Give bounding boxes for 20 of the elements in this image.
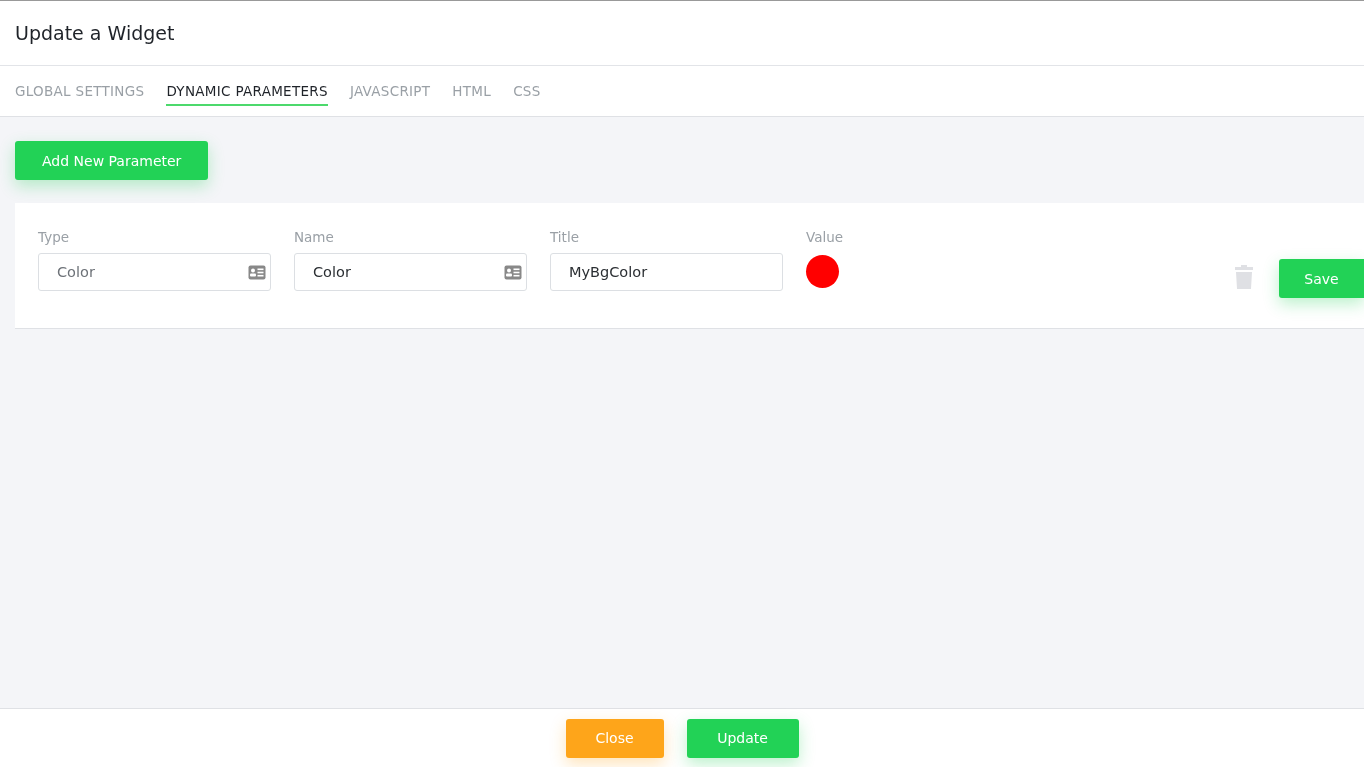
input-field[interactable]: MyBgColor <box>550 253 783 291</box>
select-field[interactable]: Color <box>38 253 271 291</box>
field-label: Value <box>806 229 844 245</box>
field-label: Title <box>550 229 580 245</box>
color-swatch[interactable] <box>806 255 839 288</box>
update-button[interactable]: Update <box>686 718 799 758</box>
add-parameter-button[interactable]: Add New Parameter <box>15 141 209 180</box>
tab[interactable]: CSS <box>513 76 541 106</box>
tab[interactable]: DYNAMIC PARAMETERS <box>166 76 328 106</box>
tab[interactable]: JAVASCRIPT <box>349 76 431 106</box>
contact-card-icon <box>248 264 266 280</box>
field-label: Name <box>294 229 335 245</box>
save-button[interactable]: Save <box>1279 259 1364 298</box>
contact-card-icon <box>504 264 522 280</box>
tab[interactable]: HTML <box>452 76 492 106</box>
field-label: Type <box>38 229 70 245</box>
dialog-title: Update a Widget <box>15 22 175 44</box>
tab[interactable]: GLOBAL SETTINGS <box>15 76 145 106</box>
select-field[interactable]: Color <box>294 253 527 291</box>
close-button[interactable]: Close <box>565 718 664 758</box>
